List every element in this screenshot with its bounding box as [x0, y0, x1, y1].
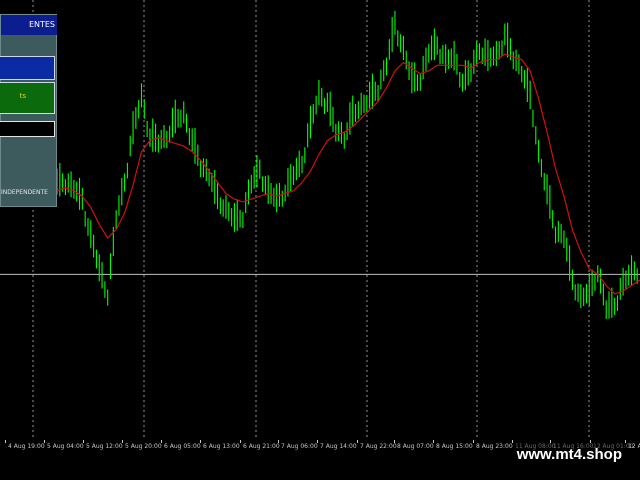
- panel-green-button[interactable]: ts: [0, 82, 55, 114]
- chart-area[interactable]: [0, 0, 640, 440]
- time-axis-tick: [590, 440, 591, 443]
- time-axis-tick: [44, 440, 45, 443]
- panel-input-field[interactable]: [0, 121, 55, 137]
- time-axis-tick: [5, 440, 6, 443]
- time-axis-label: 5 Aug 04:00: [47, 443, 84, 450]
- time-axis-label: 7 Aug 14:00: [320, 443, 357, 450]
- time-axis-label: 12 Aug: [628, 443, 640, 450]
- time-axis-label: 6 Aug 21:00: [243, 443, 280, 450]
- panel-bottom-label: INDEPENDENTE: [1, 189, 48, 196]
- time-axis-tick: [200, 440, 201, 443]
- time-axis-tick: [240, 440, 241, 443]
- time-axis-tick: [512, 440, 513, 443]
- time-axis-label: 8 Aug 23:00: [476, 443, 513, 450]
- time-axis-label: 8 Aug 07:00: [397, 443, 434, 450]
- time-axis-label: 5 Aug 20:00: [125, 443, 162, 450]
- panel-blue-button[interactable]: [0, 56, 55, 80]
- time-axis-label: 5 Aug 12:00: [86, 443, 123, 450]
- control-panel: ENTES ts INDEPENDENTE: [0, 14, 57, 207]
- time-axis-label: 6 Aug 05:00: [164, 443, 201, 450]
- time-axis-tick: [394, 440, 395, 443]
- time-axis-tick: [317, 440, 318, 443]
- time-axis-label: 7 Aug 06:00: [281, 443, 318, 450]
- watermark: www.mt4.shop: [516, 446, 622, 463]
- time-axis-tick: [550, 440, 551, 443]
- time-axis-tick: [433, 440, 434, 443]
- time-axis-tick: [161, 440, 162, 443]
- time-axis-label: 8 Aug 15:00: [436, 443, 473, 450]
- time-axis-tick: [278, 440, 279, 443]
- time-axis-tick: [122, 440, 123, 443]
- time-axis-label: 7 Aug 22:00: [360, 443, 397, 450]
- price-chart[interactable]: [0, 0, 640, 440]
- time-axis-tick: [625, 440, 626, 443]
- time-axis-label: 4 Aug 19:00: [8, 443, 45, 450]
- time-axis-label: 6 Aug 13:00: [203, 443, 240, 450]
- time-axis-tick: [83, 440, 84, 443]
- panel-green-button-label: ts: [19, 92, 26, 100]
- panel-header: ENTES: [1, 15, 57, 35]
- time-axis-tick: [357, 440, 358, 443]
- time-axis-tick: [473, 440, 474, 443]
